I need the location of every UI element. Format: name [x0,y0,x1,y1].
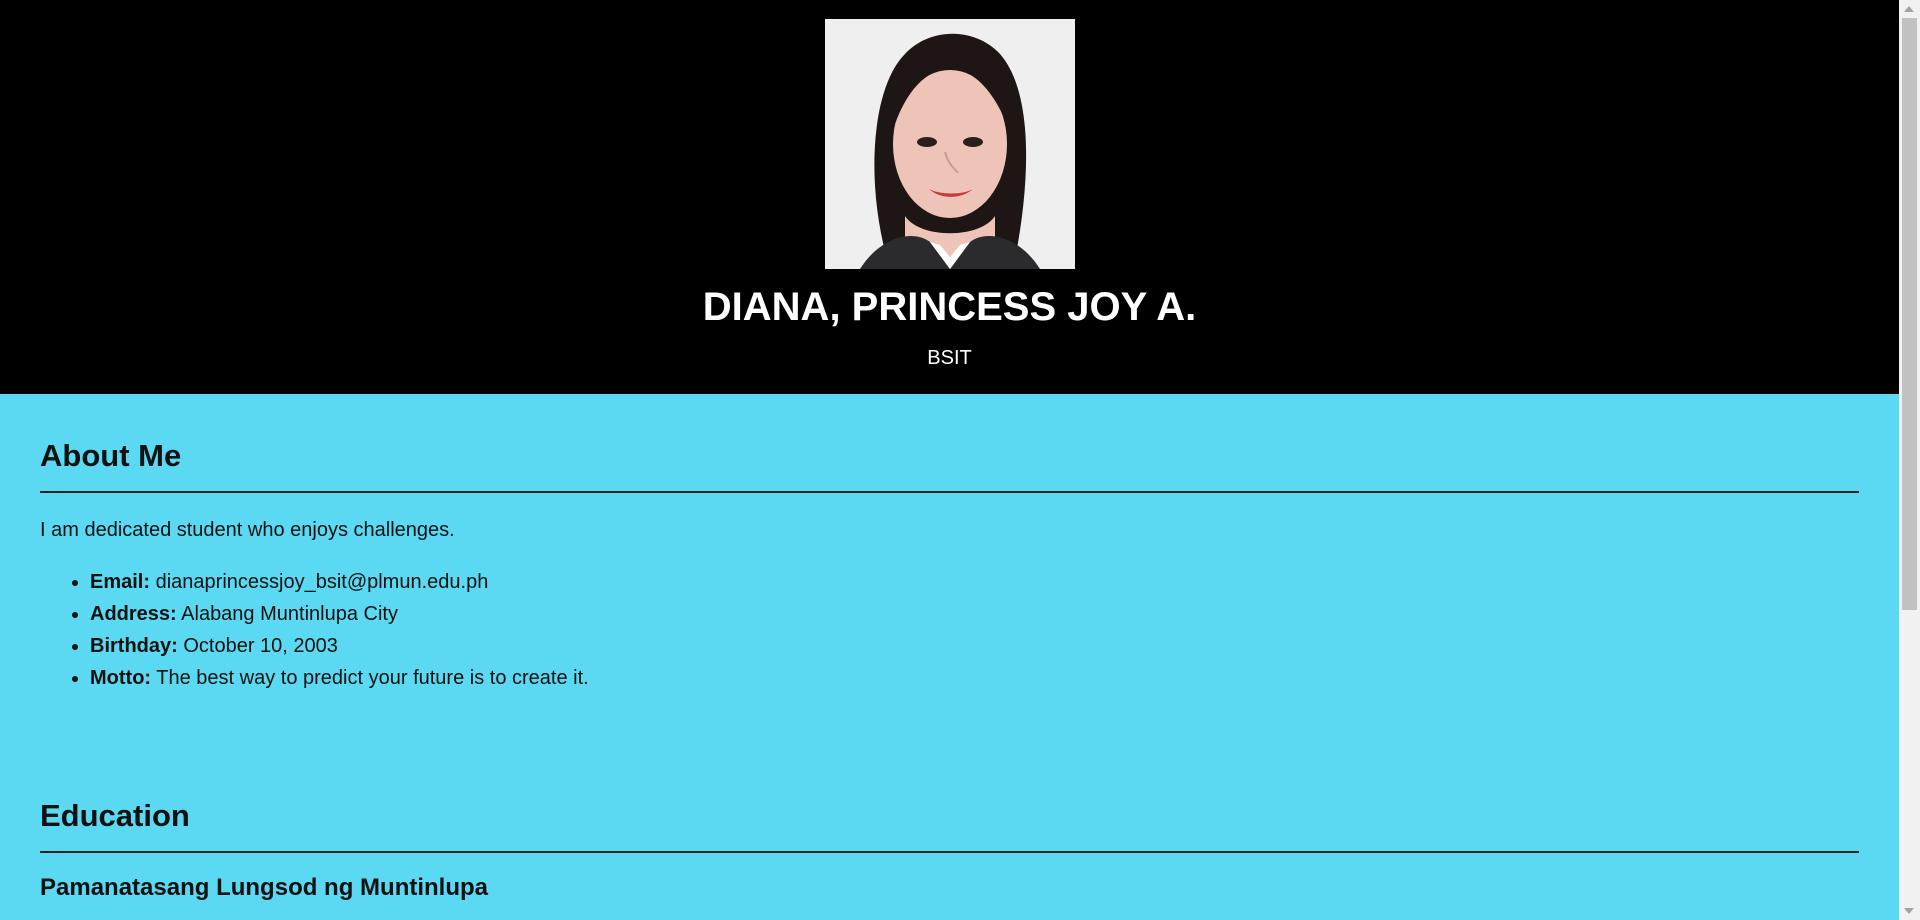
email-value: dianaprincessjoy_bsit@plmun.edu.ph [155,571,489,593]
email-label: Email: [90,571,151,593]
profile-name: DIANA, PRINCESS JOY A. [702,285,1197,329]
address-label: Address: [90,603,177,625]
page-viewport: DIANA, PRINCESS JOY A. BSIT About Me I a… [0,0,1899,920]
profile-photo [825,19,1075,269]
address-value: Alabang Muntinlupa City [181,603,398,625]
profile-header: DIANA, PRINCESS JOY A. BSIT [0,0,1899,394]
motto-label: Motto: [90,667,152,689]
scroll-up-icon[interactable] [1904,6,1914,12]
birthday-label: Birthday: [90,635,178,657]
info-item-birthday: Birthday: October 10, 2003 [90,630,589,662]
page: DIANA, PRINCESS JOY A. BSIT About Me I a… [0,0,1920,920]
about-intro: I am dedicated student who enjoys challe… [40,519,455,541]
about-heading: About Me [40,438,182,473]
about-divider [40,491,1859,493]
profile-photo-image [825,19,1075,269]
vertical-scrollbar[interactable] [1899,0,1920,920]
school-name: Pamanatasang Lungsod ng Muntinlupa [40,874,489,901]
info-item-motto: Motto: The best way to predict your futu… [90,662,589,694]
info-item-email: Email: dianaprincessjoy_bsit@plmun.edu.p… [90,566,589,598]
education-heading: Education [40,798,190,833]
profile-course: BSIT [927,347,972,369]
personal-info-list: Email: dianaprincessjoy_bsit@plmun.edu.p… [40,566,589,694]
scrollbar-thumb[interactable] [1902,18,1917,610]
info-item-address: Address: Alabang Muntinlupa City [90,598,589,630]
scroll-down-icon[interactable] [1904,908,1914,914]
motto-value: The best way to predict your future is t… [156,667,589,689]
education-divider [40,851,1859,853]
birthday-value: October 10, 2003 [183,635,338,657]
